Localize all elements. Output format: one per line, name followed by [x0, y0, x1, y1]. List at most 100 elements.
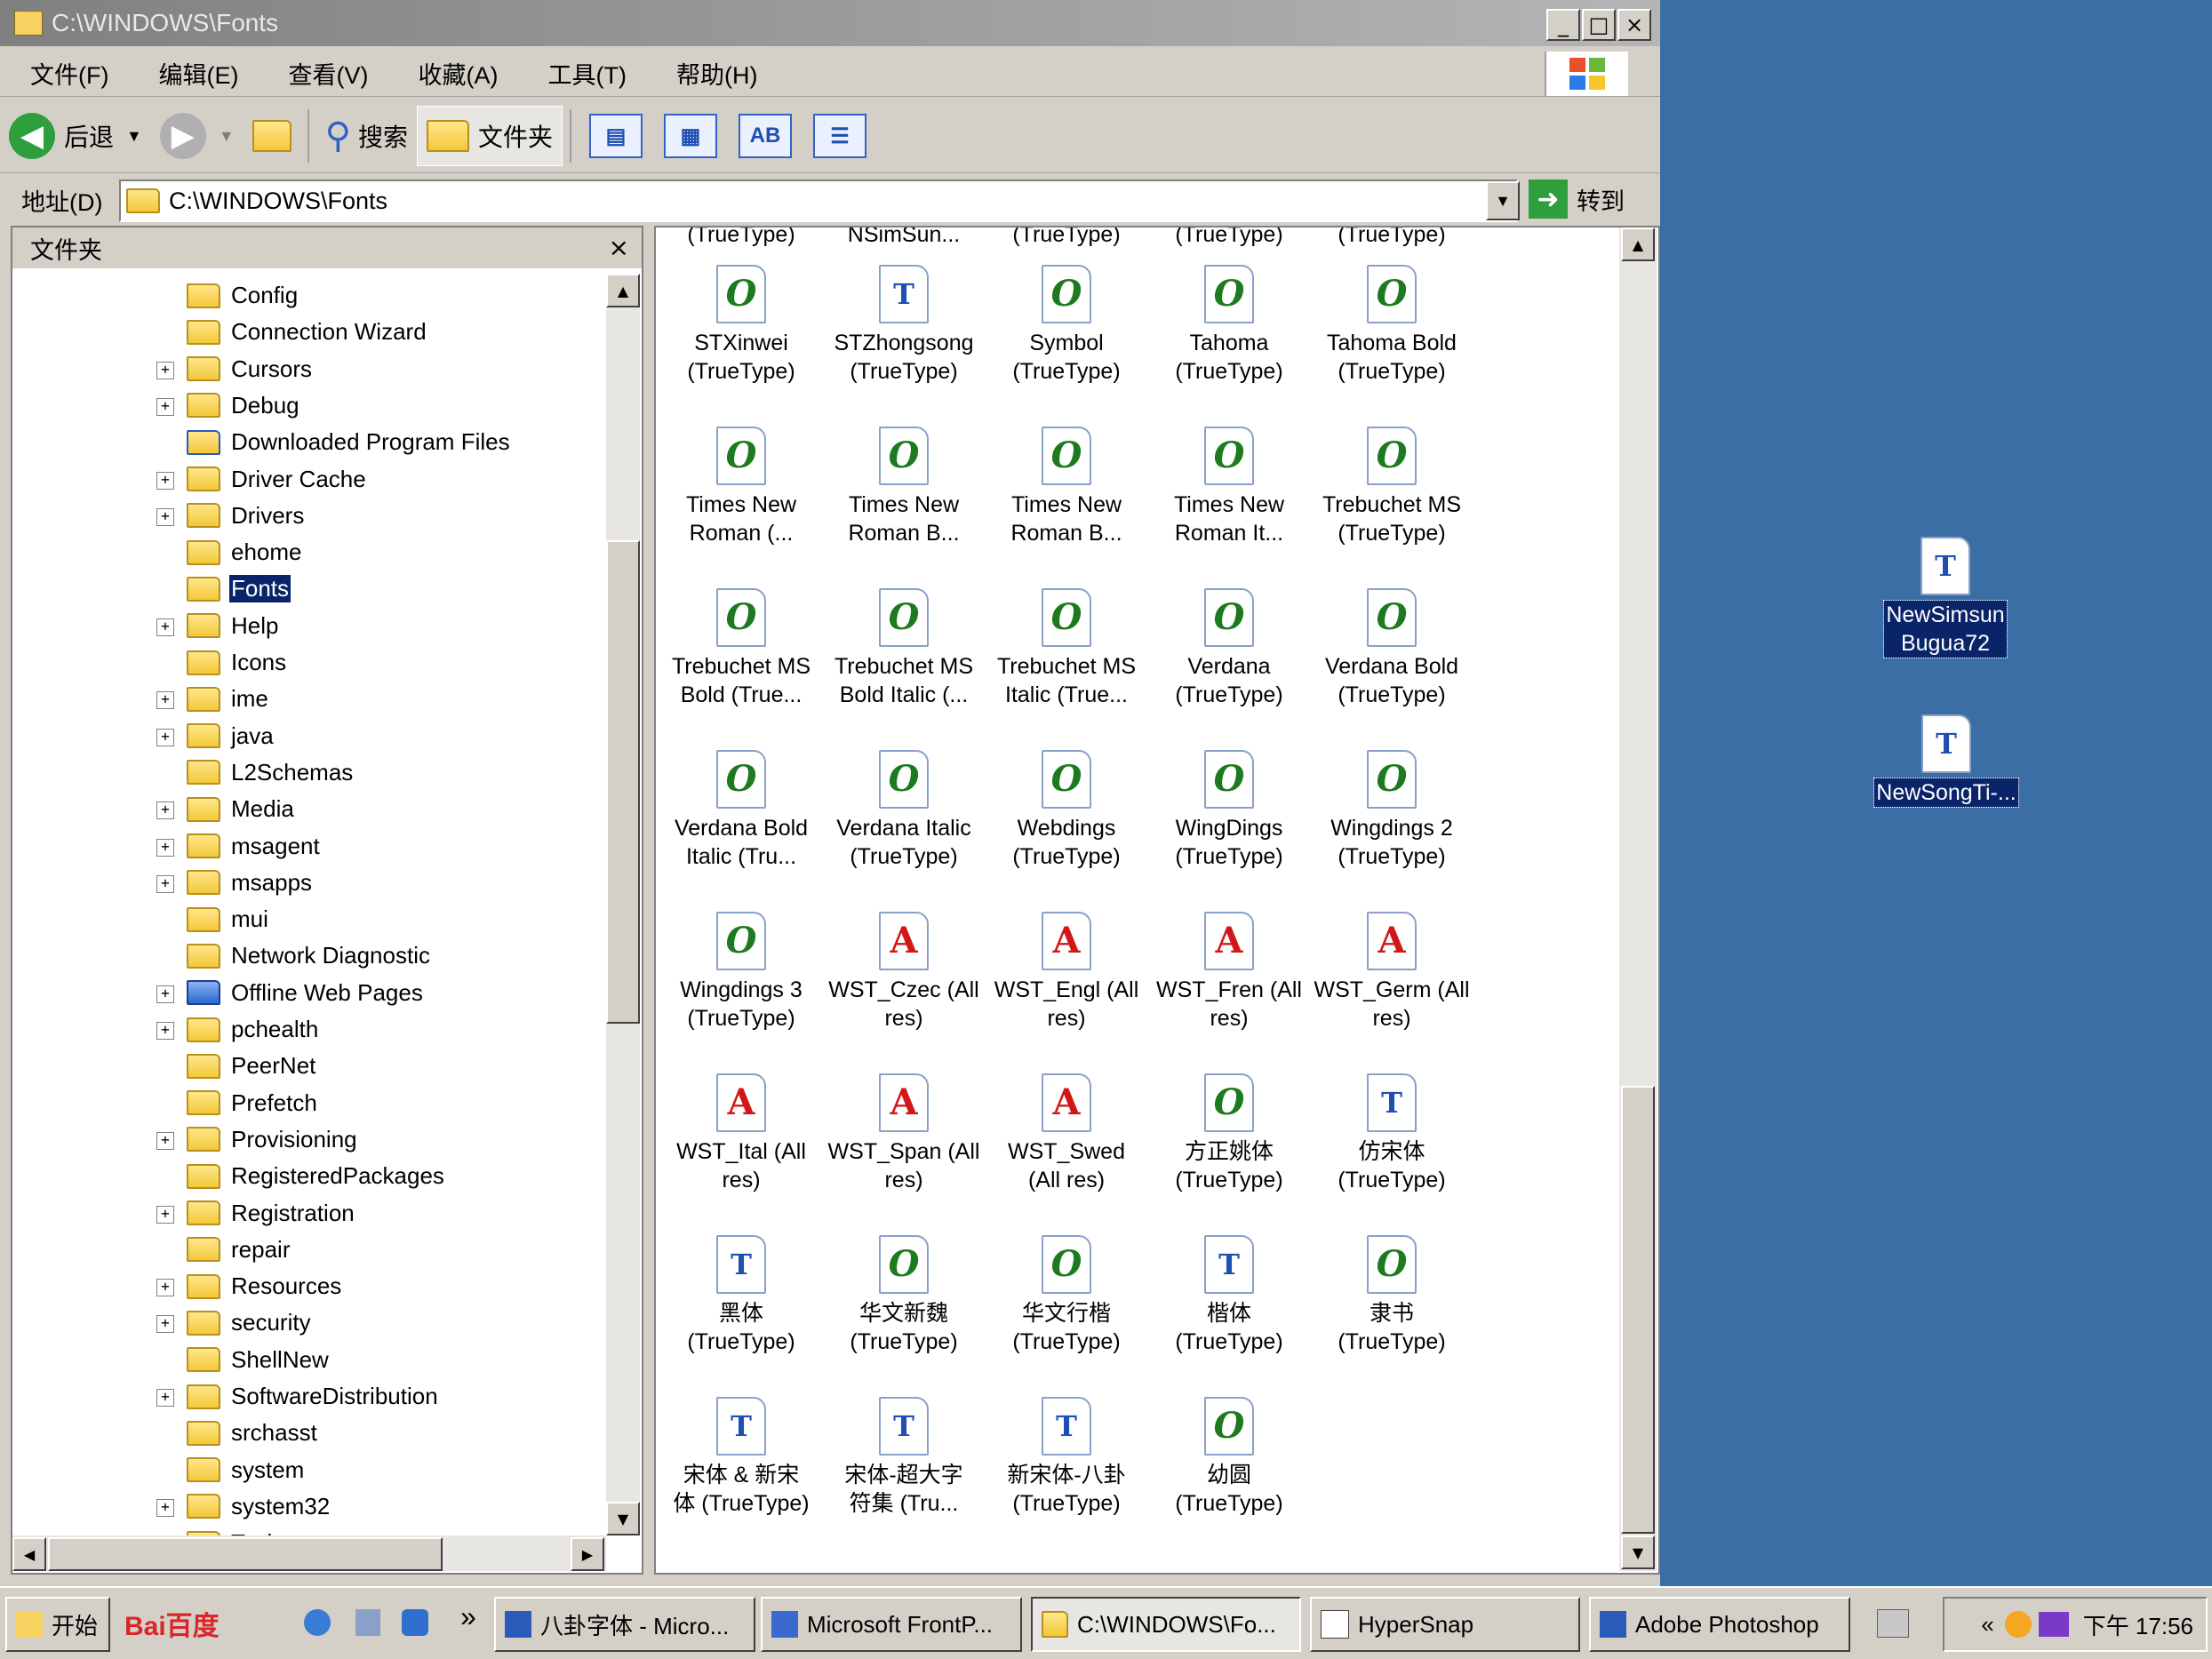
font-file[interactable]: O Times New Roman B...	[985, 427, 1148, 547]
font-file[interactable]: O 华文行楷 (TrueType)	[985, 1235, 1148, 1356]
folder-tree-item[interactable]: + Media	[12, 791, 296, 827]
baidu-logo[interactable]: Bai百度	[124, 1604, 220, 1643]
expand-plus-icon[interactable]: +	[156, 1389, 174, 1407]
expand-plus-icon[interactable]: +	[156, 802, 174, 820]
menu-edit[interactable]: 编辑(E)	[158, 56, 238, 91]
font-file[interactable]: O Verdana Bold Italic (Tru...	[659, 750, 823, 871]
view-icons-icon[interactable]: ▦	[664, 114, 717, 158]
start-button[interactable]: 开始	[5, 1597, 110, 1652]
scroll-down-icon[interactable]: ▼	[1621, 1535, 1655, 1569]
taskbar-item-photoshop[interactable]: Adobe Photoshop	[1589, 1597, 1850, 1652]
folder-tree-item[interactable]: mui	[12, 901, 270, 937]
keyboard-icon[interactable]	[1877, 1609, 1909, 1638]
expand-plus-icon[interactable]: +	[156, 361, 174, 379]
font-file[interactable]: O STXinwei (TrueType)	[659, 265, 823, 386]
address-input[interactable]: C:\WINDOWS\Fonts	[119, 179, 1518, 222]
folder-tree-item[interactable]: + Debug	[12, 387, 301, 424]
folder-tree-item[interactable]: L2Schemas	[12, 754, 355, 791]
back-dropdown-icon[interactable]: ▼	[126, 127, 142, 146]
font-file[interactable]: A WST_Germ (All res)	[1310, 912, 1473, 1033]
folder-tree-item[interactable]: + Cursors	[12, 351, 314, 387]
ie-quicklaunch-icon[interactable]	[304, 1609, 331, 1636]
expand-plus-icon[interactable]: +	[156, 1205, 174, 1224]
folder-pane-close-icon[interactable]: ×	[609, 233, 629, 262]
font-file[interactable]: O Times New Roman (...	[659, 427, 823, 547]
font-file[interactable]: O Verdana Italic (TrueType)	[822, 750, 986, 871]
close-button[interactable]: ×	[1617, 9, 1651, 41]
folder-pane-horizontal-scrollbar[interactable]: ◀ ▶	[12, 1535, 606, 1571]
scroll-thumb[interactable]	[606, 540, 640, 1024]
folder-tree-item[interactable]: Icons	[12, 644, 288, 681]
font-file[interactable]: A WST_Span (All res)	[822, 1073, 986, 1194]
font-file[interactable]: O Verdana Bold (TrueType)	[1310, 588, 1473, 709]
folder-tree-item[interactable]: Downloaded Program Files	[12, 424, 512, 460]
folder-tree-item[interactable]: + Resources	[12, 1268, 343, 1304]
font-file[interactable]: O Verdana (TrueType)	[1147, 588, 1311, 709]
font-file[interactable]: O 华文新魏 (TrueType)	[822, 1235, 986, 1356]
font-file[interactable]: O Symbol (TrueType)	[985, 265, 1148, 386]
font-file[interactable]: T 宋体-超大字 符集 (Tru...	[822, 1397, 986, 1518]
go-button[interactable]: ➜ 转到	[1529, 178, 1644, 220]
expand-plus-icon[interactable]: +	[156, 618, 174, 636]
font-file[interactable]: O Trebuchet MS Italic (True...	[985, 588, 1148, 709]
address-dropdown-icon[interactable]: ▼	[1486, 181, 1520, 220]
folder-tree-item[interactable]: + pchealth	[12, 1011, 320, 1048]
menu-favorites[interactable]: 收藏(A)	[418, 56, 498, 91]
folders-button[interactable]: 文件夹	[416, 106, 563, 166]
folder-tree-item[interactable]: + Driver Cache	[12, 461, 368, 498]
folder-tree-item[interactable]: PeerNet	[12, 1048, 317, 1084]
font-file[interactable]: O Webdings (TrueType)	[985, 750, 1148, 871]
folder-tree-item[interactable]: ehome	[12, 534, 304, 570]
font-file[interactable]: T 新宋体-八卦 (TrueType)	[985, 1397, 1148, 1518]
folder-tree-item[interactable]: Prefetch	[12, 1085, 319, 1121]
scroll-up-icon[interactable]: ▲	[1621, 227, 1655, 261]
font-file[interactable]: O Trebuchet MS Bold Italic (...	[822, 588, 986, 709]
font-file[interactable]: A WST_Ital (All res)	[659, 1073, 823, 1194]
folder-tree-item[interactable]: ShellNew	[12, 1342, 331, 1378]
quicklaunch-more-icon[interactable]: »	[460, 1600, 476, 1633]
folder-tree-item[interactable]: + java	[12, 718, 276, 754]
media-player-icon[interactable]	[402, 1609, 428, 1636]
back-button[interactable]: ◀ 后退 ▼	[0, 107, 151, 165]
menu-tools[interactable]: 工具(T)	[547, 56, 626, 91]
file-label-partial[interactable]: (TrueType)	[1310, 227, 1473, 249]
font-file[interactable]: O 隶书 (TrueType)	[1310, 1235, 1473, 1356]
expand-plus-icon[interactable]: +	[156, 1315, 174, 1334]
menu-file[interactable]: 文件(F)	[30, 56, 108, 91]
font-file[interactable]: T 宋体 & 新宋 体 (TrueType)	[659, 1397, 823, 1518]
maximize-button[interactable]: □	[1582, 9, 1616, 41]
taskbar-item-frontpage[interactable]: Microsoft FrontP...	[761, 1597, 1022, 1652]
folder-tree-item[interactable]: Tasks	[12, 1525, 291, 1535]
folder-pane-vertical-scrollbar[interactable]: ▲ ▼	[606, 274, 640, 1535]
folder-tree-item[interactable]: repair	[12, 1232, 291, 1268]
view-fontsample-button[interactable]: AB	[739, 114, 792, 158]
folder-tree-item[interactable]: + security	[12, 1304, 313, 1341]
font-file[interactable]: A WST_Fren (All res)	[1147, 912, 1311, 1033]
font-file[interactable]: T 楷体 (TrueType)	[1147, 1235, 1311, 1356]
scroll-thumb[interactable]	[1621, 1086, 1655, 1534]
font-file[interactable]: A WST_Engl (All res)	[985, 912, 1148, 1033]
file-label-partial[interactable]: (TrueType)	[659, 227, 823, 249]
expand-plus-icon[interactable]: +	[156, 1498, 174, 1517]
file-label-partial[interactable]: NSimSun...	[822, 227, 986, 249]
folder-tree-item[interactable]: + SoftwareDistribution	[12, 1378, 440, 1415]
scroll-up-icon[interactable]: ▲	[606, 274, 640, 307]
font-file[interactable]: O Wingdings 3 (TrueType)	[659, 912, 823, 1033]
expand-plus-icon[interactable]: +	[156, 507, 174, 526]
taskbar-item-explorer[interactable]: C:\WINDOWS\Fo...	[1031, 1597, 1301, 1652]
expand-plus-icon[interactable]: +	[156, 1279, 174, 1297]
folder-tree-item[interactable]: Config	[12, 277, 299, 314]
folder-tree-item[interactable]: + Registration	[12, 1195, 356, 1232]
folder-tree-item[interactable]: + system32	[12, 1488, 331, 1525]
search-button[interactable]: ⚲ 搜索	[316, 107, 417, 165]
scroll-right-icon[interactable]: ▶	[571, 1537, 604, 1571]
menu-view[interactable]: 查看(V)	[288, 56, 368, 91]
font-file[interactable]: O Tahoma (TrueType)	[1147, 265, 1311, 386]
title-bar[interactable]: C:\WINDOWS\Fonts _ □ ×	[0, 0, 1660, 46]
font-file[interactable]: O Times New Roman B...	[822, 427, 986, 547]
expand-plus-icon[interactable]: +	[156, 1022, 174, 1040]
font-file[interactable]: O Tahoma Bold (TrueType)	[1310, 265, 1473, 386]
expand-plus-icon[interactable]: +	[156, 691, 174, 710]
taskbar-item-hypersnap[interactable]: HyperSnap	[1310, 1597, 1580, 1652]
font-file[interactable]: T 仿宋体 (TrueType)	[1310, 1073, 1473, 1194]
